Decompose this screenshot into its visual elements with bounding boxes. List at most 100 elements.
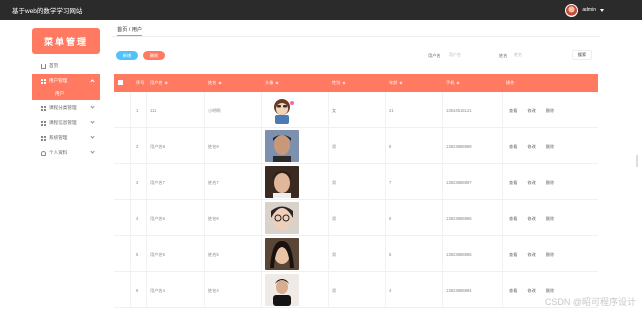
select-all-checkbox[interactable] <box>118 80 123 85</box>
name-search-input[interactable]: 姓名 <box>511 50 547 60</box>
avatar-image <box>265 166 299 198</box>
sidebar-title: 菜单管理 <box>32 28 100 54</box>
cell-phone: 13823888888 <box>446 144 472 149</box>
search-button[interactable]: 搜索 <box>572 50 592 60</box>
cell-gender: 男 <box>332 180 337 185</box>
view-button[interactable]: 查看 <box>509 144 517 150</box>
sidebar-item-course-category[interactable]: 课程分类管理 <box>32 101 100 115</box>
user-icon <box>41 150 46 156</box>
column-divider <box>130 128 131 164</box>
cell-index: 3 <box>136 180 139 185</box>
view-button[interactable]: 查看 <box>509 288 517 294</box>
column-divider <box>502 164 503 200</box>
grid-icon <box>41 78 46 84</box>
sort-icon: ◆ <box>164 80 168 85</box>
user-menu[interactable]: admin <box>565 3 604 17</box>
column-divider <box>204 236 205 272</box>
breadcrumb-text[interactable]: 首页 / 用户 <box>117 26 143 36</box>
column-header[interactable]: 头像 ◆ <box>265 80 279 86</box>
column-divider <box>502 236 503 272</box>
top-bar: 基于web的数学学习网站 admin <box>0 0 642 20</box>
cell-username: 用户名6 <box>150 216 165 221</box>
sidebar-item-home[interactable]: 首页 <box>32 59 100 73</box>
column-divider <box>261 128 262 164</box>
edit-button[interactable]: 修改 <box>527 108 535 114</box>
cell-name: 姓名8 <box>208 144 219 149</box>
cell-name: 姓名6 <box>208 216 219 221</box>
avatar-image <box>265 238 299 270</box>
row-delete-button[interactable]: 删除 <box>546 108 554 114</box>
cell-index: 5 <box>136 252 139 257</box>
cell-gender: 男 <box>332 144 337 149</box>
cell-gender: 女 <box>332 108 337 113</box>
sidebar: 菜单管理 首页 用户管理 用户 课程分类管理 课程信息管理 系统管理 个人资料 <box>32 28 100 160</box>
column-divider <box>328 164 329 200</box>
edit-button[interactable]: 修改 <box>527 216 535 222</box>
cell-phone: 13823888884 <box>446 288 472 293</box>
column-divider <box>442 272 443 308</box>
username-search-input[interactable]: 用户名 <box>446 50 482 60</box>
cell-phone: 13823888887 <box>446 180 472 185</box>
sidebar-item-label: 首页 <box>49 63 59 68</box>
row-delete-button[interactable]: 删除 <box>546 252 554 258</box>
view-button[interactable]: 查看 <box>509 216 517 222</box>
user-name[interactable]: admin <box>582 7 596 13</box>
site-title: 基于web的数学学习网站 <box>12 8 83 15</box>
column-divider <box>130 236 131 272</box>
avatar-image <box>265 130 299 162</box>
sidebar-item-course-info[interactable]: 课程信息管理 <box>32 116 100 130</box>
user-avatar-icon[interactable] <box>565 3 579 17</box>
column-divider <box>442 164 443 200</box>
column-divider <box>385 92 386 128</box>
sort-icon: ◆ <box>399 80 403 85</box>
view-button[interactable]: 查看 <box>509 252 517 258</box>
cell-gender: 男 <box>332 288 337 293</box>
edit-button[interactable]: 修改 <box>527 288 535 294</box>
sidebar-subitem-users[interactable]: 用户 <box>32 88 100 100</box>
row-delete-button[interactable]: 删除 <box>546 180 554 186</box>
grid-icon <box>41 105 46 111</box>
view-button[interactable]: 查看 <box>509 180 517 186</box>
column-header: 操作 <box>506 80 515 85</box>
row-delete-button[interactable]: 删除 <box>546 216 554 222</box>
cell-name: 姓名4 <box>208 288 219 293</box>
add-button[interactable]: 新增 <box>116 51 138 60</box>
column-divider <box>261 92 262 128</box>
table-header: 序号 用户名 ◆ 姓名 ◆ 头像 ◆ 性别 ◆ 年龄 ◆ 手机 ◆ 操作 <box>114 74 598 92</box>
cell-gender: 男 <box>332 216 337 221</box>
caret-down-icon[interactable] <box>600 8 604 12</box>
edit-button[interactable]: 修改 <box>527 180 535 186</box>
row-delete-button[interactable]: 删除 <box>546 144 554 150</box>
scrollbar[interactable] <box>636 155 638 167</box>
column-divider <box>385 164 386 200</box>
column-header[interactable]: 姓名 ◆ <box>208 80 222 86</box>
column-divider <box>328 200 329 236</box>
watermark: CSDN @昭可程序设计 <box>544 297 636 307</box>
cell-name: 小明啊 <box>208 108 221 113</box>
sidebar-item-system[interactable]: 系统管理 <box>32 131 100 145</box>
name-search-label: 姓名 <box>499 53 508 58</box>
edit-button[interactable]: 修改 <box>527 252 535 258</box>
column-header[interactable]: 年龄 ◆ <box>389 80 403 86</box>
column-divider <box>502 200 503 236</box>
column-header[interactable]: 性别 ◆ <box>332 80 346 86</box>
cell-name: 姓名5 <box>208 252 219 257</box>
row-delete-button[interactable]: 删除 <box>546 288 554 294</box>
grid-icon <box>41 120 46 126</box>
edit-button[interactable]: 修改 <box>527 144 535 150</box>
view-button[interactable]: 查看 <box>509 108 517 114</box>
cell-username: 用户名7 <box>150 180 165 185</box>
column-header[interactable]: 手机 ◆ <box>446 80 460 86</box>
cell-age: 5 <box>389 252 392 257</box>
sidebar-item-user-management[interactable]: 用户管理 <box>32 74 100 88</box>
delete-button[interactable]: 删除 <box>143 51 165 60</box>
sidebar-item-profile[interactable]: 个人资料 <box>32 146 100 160</box>
column-divider <box>442 92 443 128</box>
column-divider <box>204 200 205 236</box>
column-divider <box>146 92 147 128</box>
column-divider <box>146 128 147 164</box>
cell-index: 4 <box>136 216 139 221</box>
cell-index: 1 <box>136 108 139 113</box>
column-divider <box>385 128 386 164</box>
column-header[interactable]: 用户名 ◆ <box>150 80 168 86</box>
